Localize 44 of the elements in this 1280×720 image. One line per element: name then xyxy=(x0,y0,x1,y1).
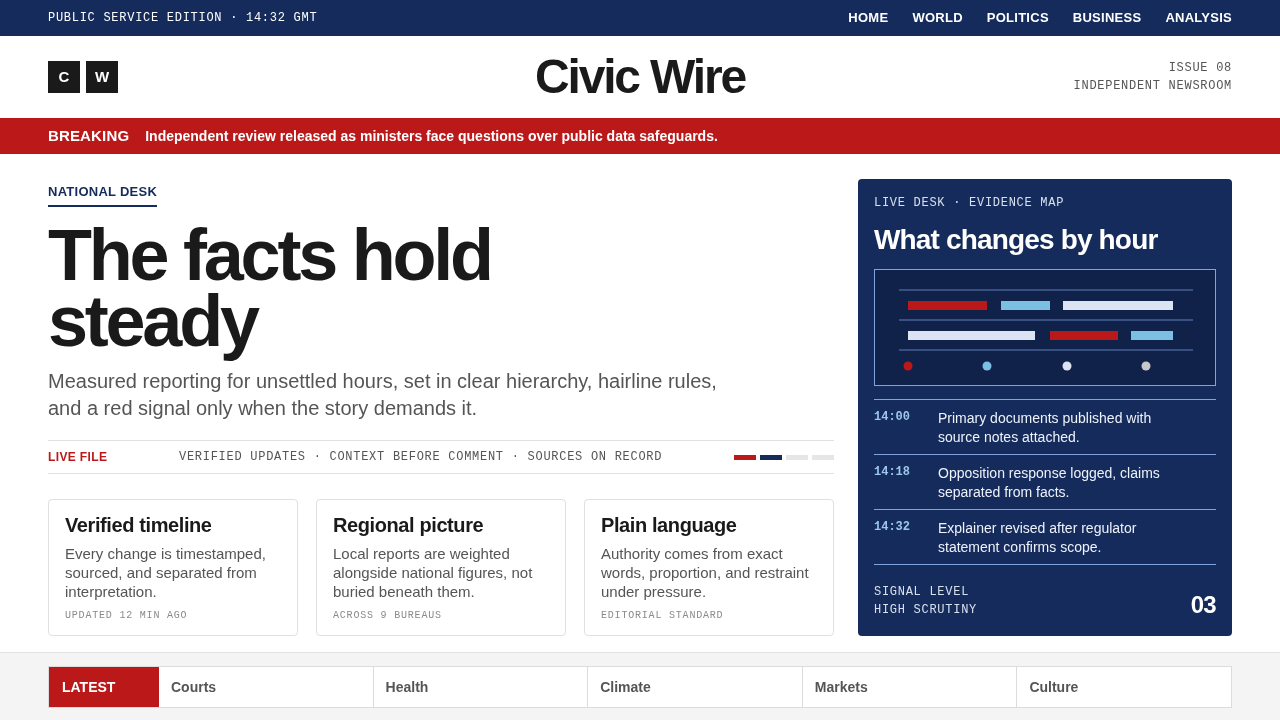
signal-number: 03 xyxy=(1190,591,1216,619)
card-description: Every change is timestamped, sourced, and separated from interpretation. xyxy=(65,544,267,601)
nav-link[interactable]: WORLD xyxy=(912,8,963,28)
card-description: Authority comes from exact words, proportion, and restraint under pressure. xyxy=(601,544,810,601)
section-link[interactable]: Courts xyxy=(159,667,373,707)
section-link[interactable]: Health xyxy=(372,667,588,707)
lead-summary: Measured reporting for unsettled hours, set in clear hierarchy, hairline rules, and a red signal only when the story demands it. xyxy=(48,369,718,421)
timeline-entry: Primary documents published with source notes attached. xyxy=(938,409,1153,447)
live-file-tagline: VERIFIED UPDATES · CONTEXT BEFORE COMMENT · SOURCES ON RECORD xyxy=(179,449,663,466)
site-title: Civic Wire xyxy=(534,49,746,105)
section-kicker: NATIONAL DESK xyxy=(48,183,158,207)
section-link[interactable]: Culture xyxy=(1016,667,1231,707)
edition-label: PUBLIC SERVICE EDITION · 14:32 GMT xyxy=(48,10,318,27)
signal-label: SIGNAL LEVEL xyxy=(874,584,971,601)
timeline-time: 14:00 xyxy=(874,409,911,426)
timeline-time: 14:18 xyxy=(874,464,911,481)
nav-link[interactable]: POLITICS xyxy=(986,8,1049,28)
logo-letter-tile: C xyxy=(48,61,80,93)
breaking-headline: Independent review released as ministers face questions over public data safeguards. xyxy=(145,126,718,146)
latest-label: LATEST xyxy=(49,667,159,707)
timeline-entry: Opposition response logged, claims separated from facts. xyxy=(938,464,1161,502)
card-title: Regional picture xyxy=(333,513,485,537)
card-title: Verified timeline xyxy=(65,513,213,537)
panel-title: What changes by hour xyxy=(874,223,1159,257)
timeline-entry: Explainer revised after regulator statement confirms scope. xyxy=(938,519,1138,557)
card-meta: EDITORIAL STANDARD xyxy=(601,609,725,623)
section-link[interactable]: Markets xyxy=(801,667,1017,707)
breaking-label: BREAKING xyxy=(48,125,130,146)
nav-link[interactable]: ANALYSIS xyxy=(1165,8,1232,28)
signal-value: HIGH SCRUTINY xyxy=(874,602,977,619)
section-link[interactable]: Climate xyxy=(587,667,802,707)
card-title: Plain language xyxy=(601,513,738,537)
issue-label: ISSUE 08 xyxy=(1168,60,1232,77)
timeline-time: 14:32 xyxy=(874,519,911,536)
newsroom-tagline: INDEPENDENT NEWSROOM xyxy=(1073,78,1232,95)
nav-link[interactable]: HOME xyxy=(848,8,889,28)
lead-headline: The facts hold steady xyxy=(48,220,492,363)
live-file-label: LIVE FILE xyxy=(48,449,108,466)
logo-letter-tile: W xyxy=(86,61,118,93)
card-meta: ACROSS 9 BUREAUS xyxy=(333,609,443,623)
card-meta: UPDATED 12 MIN AGO xyxy=(65,609,189,623)
card-description: Local reports are weighted alongside national figures, not buried beneath them. xyxy=(333,544,534,601)
nav-link[interactable]: BUSINESS xyxy=(1072,8,1142,28)
panel-eyebrow: LIVE DESK · EVIDENCE MAP xyxy=(874,195,1066,211)
